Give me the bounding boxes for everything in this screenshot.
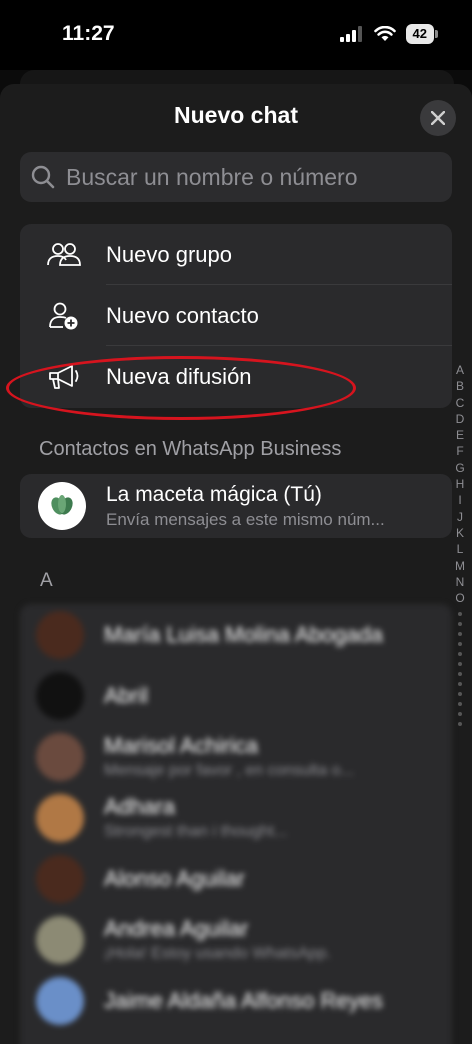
contacts-list: María Luisa Molina Abogada Abril Marisol A… [20,604,452,1044]
contact-status: Strongest than i thought... [104,823,288,840]
contact-name: María Luisa Molina Abogada [104,621,383,647]
avatar [36,915,84,964]
status-bar: 11:27 42 [0,0,472,70]
add-contact-icon [40,301,88,331]
avatar [36,671,84,720]
index-dot[interactable] [458,682,462,687]
close-icon [431,111,445,125]
status-icons: 42 [339,24,439,44]
index-letter[interactable]: F [452,443,468,459]
index-letter[interactable]: D [452,411,468,427]
index-dot[interactable] [458,662,462,667]
search-icon [30,164,56,190]
status-time: 11:27 [62,22,115,45]
wifi-icon [373,26,396,41]
avatar [36,793,84,842]
index-letter[interactable]: B [452,378,468,394]
search-bar[interactable] [20,152,452,202]
own-contact-row[interactable]: La maceta mágica (Tú) Envía mensajes a e… [20,474,452,538]
index-letter[interactable]: I [452,492,468,508]
index-letter[interactable]: M [452,558,468,574]
contact-row[interactable]: Abril [20,665,452,726]
close-button[interactable] [420,100,456,136]
own-contact-name: La maceta mágica (Tú) [106,482,322,506]
index-letter[interactable]: L [452,541,468,557]
index-dot[interactable] [458,632,462,637]
new-contact-label: Nuevo contacto [106,302,259,328]
contact-name: Jaime Aldaña Alfonso Reyes [104,987,383,1013]
index-letter[interactable]: K [452,525,468,541]
page-title: Nuevo chat [174,102,298,128]
signal-icon [339,26,362,42]
index-dot[interactable] [458,702,462,707]
contact-row[interactable]: Marisol Achirica Mensaje por favor , en c… [20,726,452,787]
index-dot[interactable] [458,692,462,697]
index-dot[interactable] [458,672,462,677]
contact-name: Marisol Achirica [104,733,259,758]
index-letter[interactable]: C [452,395,468,411]
index-dot[interactable] [458,722,462,727]
index-letter[interactable]: J [452,509,468,525]
avatar [36,976,84,1025]
section-letter: A [40,570,53,591]
group-icon [40,241,88,269]
contact-row[interactable]: Alonso Aguilar [20,848,452,909]
index-letter[interactable]: A [452,362,468,378]
plant-logo [51,495,73,515]
index-letter[interactable]: N [452,574,468,590]
index-letter[interactable]: H [452,476,468,492]
contact-status: Mensaje por favor , en consulta o... [104,762,354,779]
alphabet-index[interactable]: ABCDEFGHIJKLMNO [452,362,468,732]
contact-row[interactable]: Andrea Aguilar ¡Hola! Estoy usando WhatsA… [20,909,452,970]
index-dot[interactable] [458,612,462,617]
contact-name: Adhara [104,794,175,819]
index-dot[interactable] [458,622,462,627]
new-chat-sheet: Nuevo chat Nuevo grupo [0,84,472,1044]
search-input[interactable] [64,162,448,192]
new-contact-button[interactable]: Nuevo contacto [20,285,452,346]
contact-status: ¡Hola! Estoy usando WhatsApp. [104,945,331,962]
index-dot[interactable] [458,712,462,717]
new-group-button[interactable]: Nuevo grupo [20,224,452,285]
battery-indicator: 42 [405,24,439,44]
index-dot[interactable] [458,652,462,657]
contact-row[interactable]: María Luisa Molina Abogada [20,604,452,665]
index-dot[interactable] [458,642,462,647]
index-letter[interactable]: G [452,460,468,476]
section-title: Contactos en WhatsApp Business [39,438,342,460]
contact-row[interactable]: Adhara Strongest than i thought... [20,787,452,848]
contact-name: Alonso Aguilar [104,865,245,891]
avatar [36,610,84,659]
new-group-label: Nuevo grupo [106,241,232,267]
contact-name: Abril [104,682,149,708]
avatar [36,732,84,781]
own-contact-subtitle: Envía mensajes a este mismo núm... [106,509,385,529]
contact-row[interactable]: Jaime Aldaña Alfonso Reyes [20,970,452,1031]
red-highlight-ellipse [6,356,356,420]
index-letter[interactable]: E [452,427,468,443]
index-letter[interactable]: O [452,590,468,606]
contact-name: Andrea Aguilar [104,916,249,941]
avatar [38,482,86,530]
avatar [36,854,84,903]
